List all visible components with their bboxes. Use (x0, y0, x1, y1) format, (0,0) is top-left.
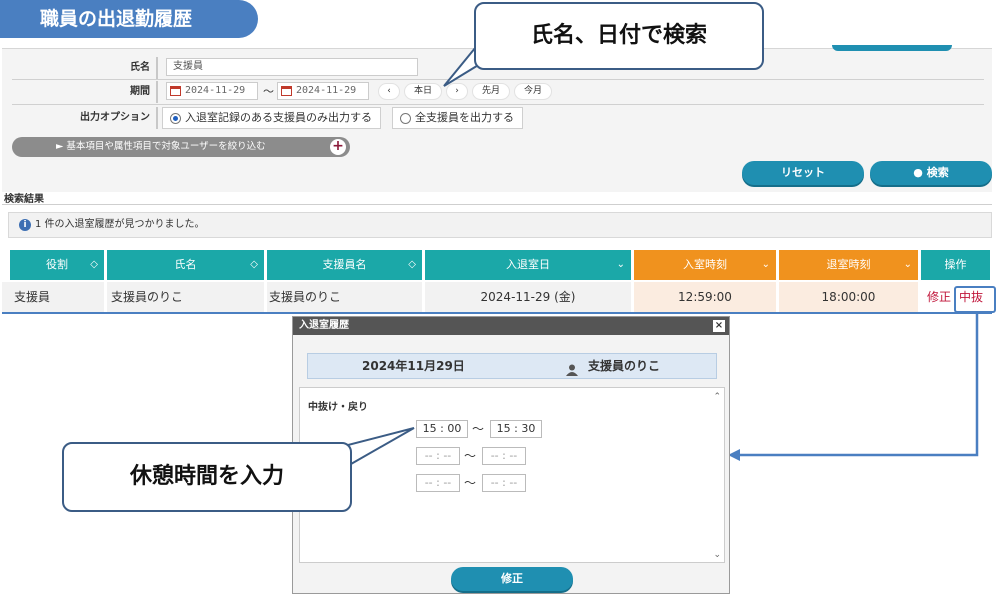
modal-date: 2024年11月29日 (362, 359, 465, 373)
modal-staff: 支援員のりこ (588, 359, 661, 373)
break-start-3[interactable]: -- : -- (416, 474, 460, 492)
period-label: 期間 (12, 81, 158, 103)
close-icon[interactable]: × (713, 320, 725, 332)
cell-in-time: 12:59:00 (634, 282, 776, 312)
today-button[interactable]: 本日 (404, 83, 442, 100)
user-icon (566, 360, 578, 376)
name-input[interactable]: 支援員 (166, 58, 418, 76)
option-row: 出力オプション 入退室記録のある支援員のみ出力する 全支援員を出力する (12, 107, 992, 129)
sort-icon[interactable]: ◇ (408, 250, 416, 280)
range-tilde: ～ (263, 85, 274, 98)
filter-toggle-bar[interactable]: ► 基本項目や属性項目で対象ユーザーを絞り込む + (12, 137, 350, 157)
range-tilde: ～ (472, 422, 485, 436)
calendar-icon (170, 86, 181, 96)
date-from-input[interactable]: 2024-11-29 (166, 82, 258, 100)
break-start-2[interactable]: -- : -- (416, 447, 460, 465)
cell-staff-name: 支援員のりこ (267, 282, 422, 312)
option-records-only[interactable]: 入退室記録のある支援員のみ出力する (162, 107, 381, 129)
calendar-icon (281, 86, 292, 96)
range-tilde: ～ (464, 449, 477, 463)
break-end-2[interactable]: -- : -- (482, 447, 526, 465)
edit-link[interactable]: 修正 (927, 282, 951, 312)
prev-day-button[interactable]: ‹ (378, 83, 400, 100)
break-end-3[interactable]: -- : -- (482, 474, 526, 492)
chevron-down-icon[interactable]: ⌄ (762, 250, 770, 280)
cell-role: 支援員 (2, 282, 104, 312)
break-start-1[interactable]: 15 : 00 (416, 420, 468, 438)
date-to-input[interactable]: 2024-11-29 (277, 82, 369, 100)
col-out-time[interactable]: 退室時刻 ⌄ (779, 250, 918, 280)
col-date[interactable]: 入退室日 ⌄ (425, 250, 631, 280)
page-title: 職員の出退勤履歴 (0, 0, 258, 38)
sort-icon[interactable]: ◇ (250, 250, 258, 280)
callout-tail (343, 427, 415, 470)
modal-title: 入退室履歴 × (293, 317, 729, 335)
col-name[interactable]: 氏名 ◇ (107, 250, 264, 280)
col-role[interactable]: 役割 ◇ (10, 250, 104, 280)
option-all-staff[interactable]: 全支援員を出力する (392, 107, 523, 129)
chevron-down-icon[interactable]: ⌄ (617, 250, 625, 280)
name-label: 氏名 (12, 57, 158, 79)
divider (12, 104, 984, 105)
radio-unchecked-icon (400, 113, 411, 124)
filter-label: ► 基本項目や属性項目で対象ユーザーを絞り込む (56, 141, 266, 152)
cell-out-time: 18:00:00 (779, 282, 918, 312)
chevron-down-icon[interactable]: ⌄ (904, 250, 912, 280)
break-link-highlight (954, 286, 996, 313)
search-callout: 氏名、日付で検索 (474, 2, 764, 70)
results-notice: i 1 件の入退室履歴が見つかりました。 (8, 212, 992, 238)
modal-save-button[interactable]: 修正 (451, 567, 573, 591)
col-in-time[interactable]: 入室時刻 ⌄ (634, 250, 776, 280)
connector-arrow (728, 314, 979, 461)
cell-date: 2024-11-29 (金) (425, 282, 631, 312)
break-section-label: 中抜け・戻り (308, 402, 368, 413)
modal-body[interactable]: 中抜け・戻り ⌃ ⌄ 15 : 00 ～ 15 : 30 -- : -- ～ -… (299, 387, 725, 563)
cell-name: 支援員のりこ (107, 282, 264, 312)
results-label: 検索結果 (4, 194, 44, 205)
search-button[interactable]: ● 検索 (870, 161, 992, 185)
modal-info-bar: 2024年11月29日 支援員のりこ (307, 353, 717, 379)
hidden-button-edge (832, 45, 952, 51)
col-staff-name[interactable]: 支援員名 ◇ (267, 250, 422, 280)
scroll-up-icon[interactable]: ⌃ (713, 392, 721, 402)
info-icon: i (19, 219, 31, 231)
radio-checked-icon (170, 113, 181, 124)
range-tilde: ～ (464, 476, 477, 490)
break-end-1[interactable]: 15 : 30 (490, 420, 542, 438)
divider (2, 204, 992, 205)
reset-button[interactable]: リセット (742, 161, 864, 185)
option-label: 出力オプション (12, 107, 158, 129)
scroll-down-icon[interactable]: ⌄ (713, 550, 721, 560)
rest-callout: 休憩時間を入力 (62, 442, 352, 512)
col-action: 操作 (921, 250, 990, 280)
plus-icon[interactable]: + (330, 139, 346, 155)
sort-icon[interactable]: ◇ (90, 250, 98, 280)
